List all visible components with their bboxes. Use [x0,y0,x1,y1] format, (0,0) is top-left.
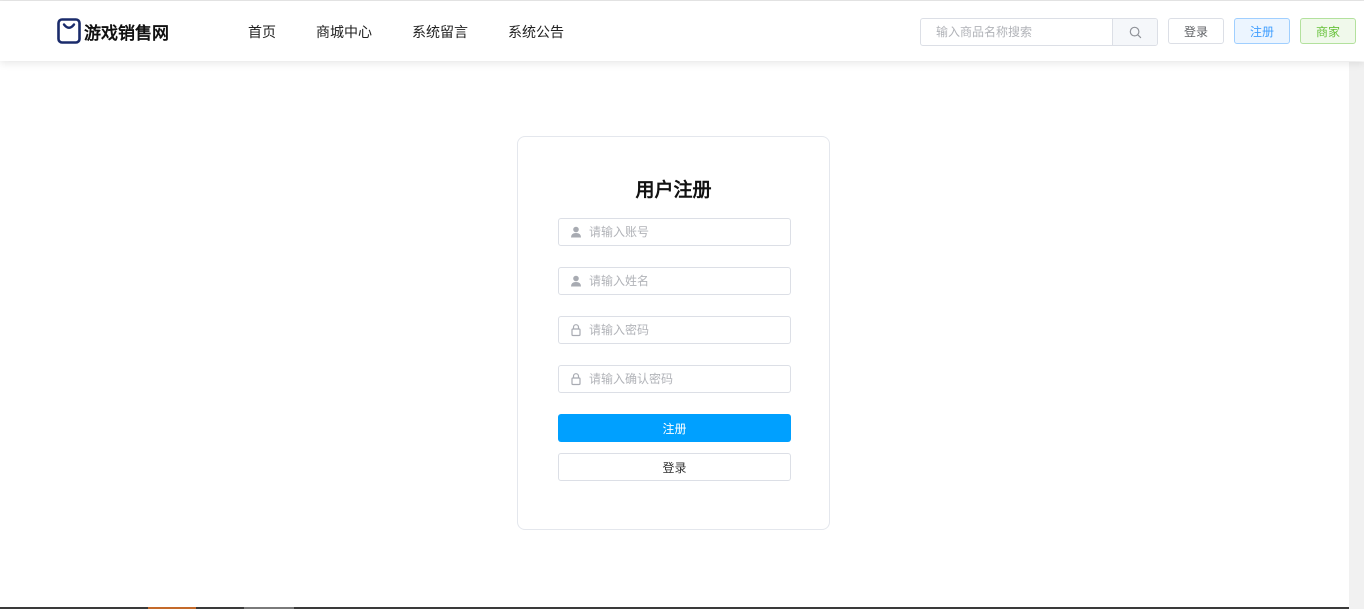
confirm-password-input[interactable] [589,366,784,392]
go-login-button[interactable]: 登录 [558,453,791,481]
user-icon [571,275,581,287]
vertical-scrollbar[interactable] [1349,62,1364,609]
search-box [920,18,1158,46]
name-field [558,267,791,295]
confirm-password-field [558,365,791,393]
nav-item-messages[interactable]: 系统留言 [412,22,468,42]
site-logo[interactable]: 游戏销售网 [57,18,169,44]
header-merchant-button[interactable]: 商家 [1300,18,1356,44]
name-input[interactable] [589,268,784,294]
shopping-bag-icon [57,18,81,44]
register-title: 用户注册 [635,179,712,201]
top-header: 游戏销售网 首页 商城中心 系统留言 系统公告 登录 注册 商家 [0,1,1364,61]
header-login-button[interactable]: 登录 [1168,18,1224,44]
register-card: 用户注册 注册 登录 [517,136,830,530]
search-input[interactable] [921,19,1112,45]
nav-item-announcements[interactable]: 系统公告 [508,22,564,42]
site-name: 游戏销售网 [84,23,169,44]
password-field [558,316,791,344]
account-input[interactable] [589,219,784,245]
nav-item-home[interactable]: 首页 [248,22,276,42]
search-icon [1129,26,1141,38]
lock-icon [571,373,581,386]
register-submit-button[interactable]: 注册 [558,414,791,442]
lock-icon [571,324,581,337]
account-field [558,218,791,246]
nav-item-mall[interactable]: 商城中心 [316,22,372,42]
header-register-button[interactable]: 注册 [1234,18,1290,44]
search-button[interactable] [1112,19,1157,45]
user-icon [571,226,581,238]
password-input[interactable] [589,317,784,343]
